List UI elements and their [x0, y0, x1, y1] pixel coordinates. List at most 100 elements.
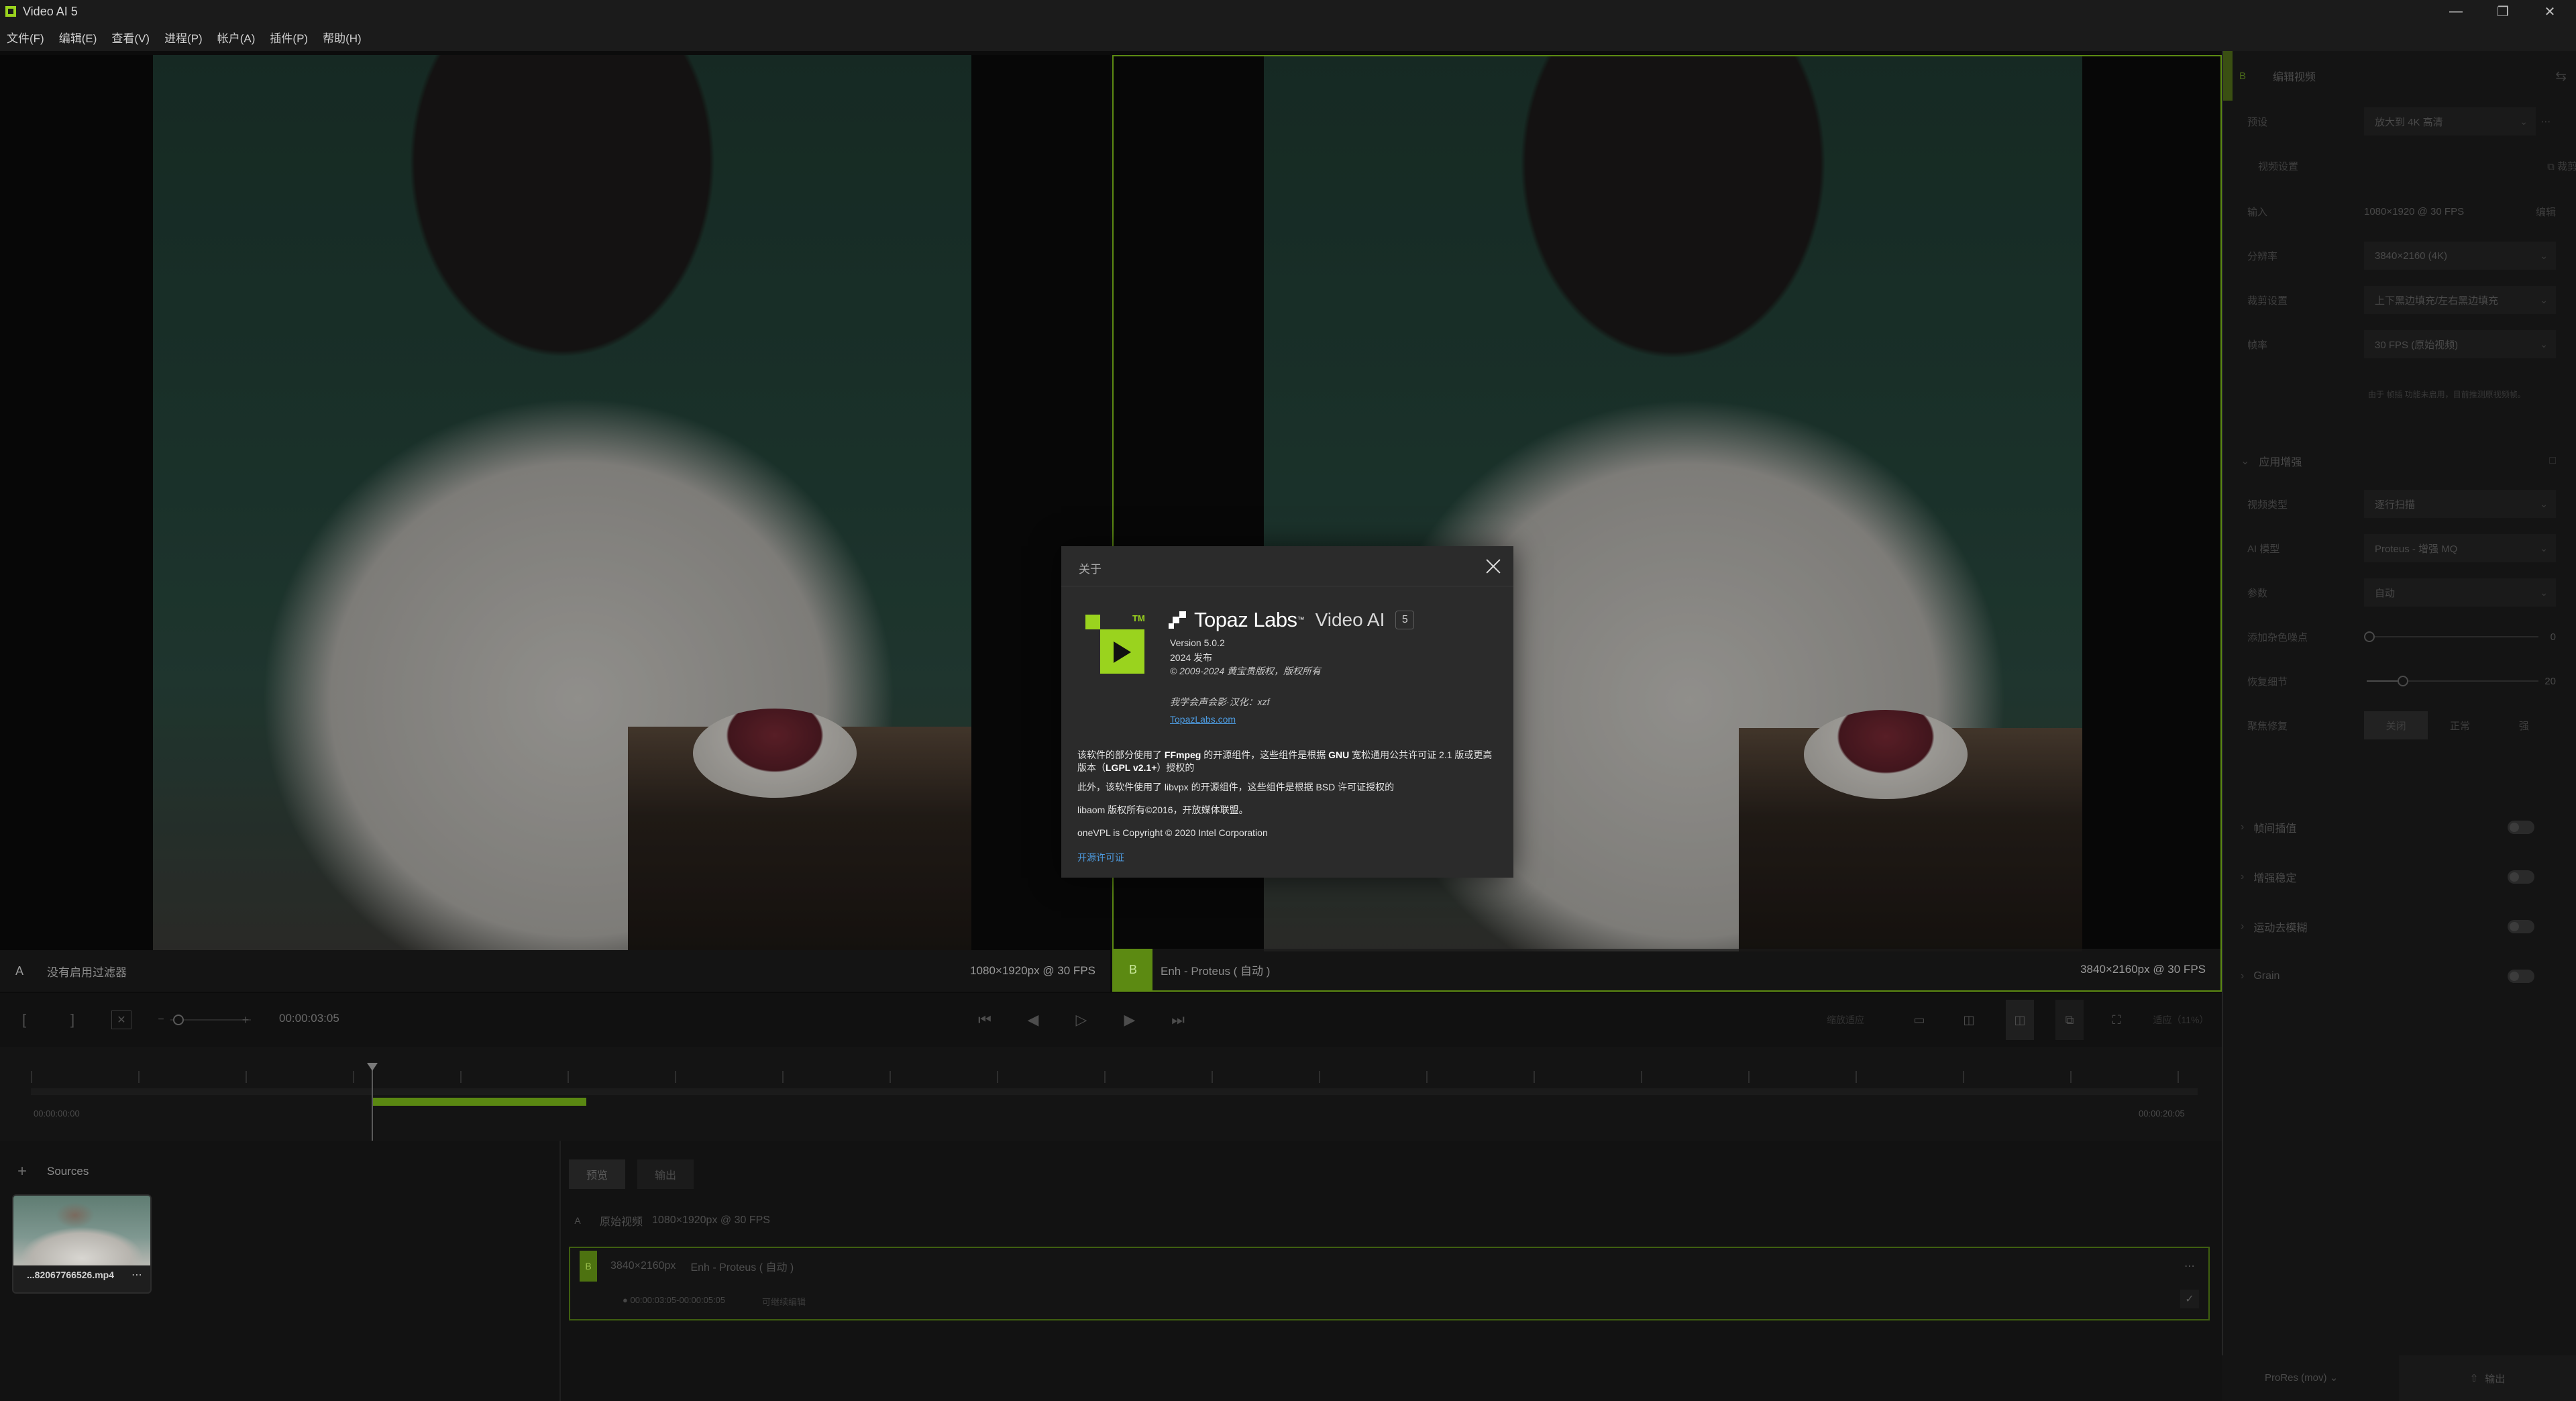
- menu-plugins[interactable]: 插件(P): [270, 29, 308, 46]
- timeline[interactable]: 00:00:00:00 00:00:20:05: [0, 1047, 2222, 1141]
- menu-edit[interactable]: 编辑(E): [59, 29, 97, 46]
- detail-slider-knob[interactable]: [2398, 676, 2408, 686]
- export-row-b[interactable]: B 3840×2160px Enh - Proteus ( 自动 ) ⋯ ● 0…: [569, 1247, 2210, 1320]
- more-icon[interactable]: ⋯: [131, 1268, 142, 1282]
- timeline-zoom-slider[interactable]: [170, 1010, 251, 1029]
- frame-interp-section[interactable]: › 帧间插值: [2241, 816, 2556, 839]
- stabilize-toggle[interactable]: [2508, 870, 2534, 884]
- export-row-b-resolution: 3840×2160px: [610, 1260, 676, 1272]
- noise-slider-knob[interactable]: [2364, 631, 2375, 642]
- stabilize-section[interactable]: › 增强稳定: [2241, 866, 2556, 888]
- add-source-icon[interactable]: +: [17, 1162, 27, 1181]
- ai-model-select[interactable]: Proteus - 增强 MQ ⌄: [2364, 534, 2556, 562]
- chevron-right-icon: ›: [2241, 821, 2245, 833]
- chevron-right-icon: ›: [2241, 921, 2245, 932]
- menu-account[interactable]: 帐户(A): [217, 29, 256, 46]
- grain-toggle[interactable]: [2508, 970, 2534, 983]
- tab-preview[interactable]: 预览: [569, 1159, 626, 1189]
- pane-a-resolution: 1080×1920px @ 30 FPS: [970, 964, 1095, 977]
- video-ai-logo-icon: TM: [1085, 613, 1151, 680]
- pane-a-filter-label: 没有启用过滤器: [47, 966, 127, 979]
- website-link[interactable]: TopazLabs.com: [1170, 714, 1236, 725]
- focus-segmented: 关闭 正常 强: [2364, 711, 2556, 739]
- close-icon[interactable]: [1483, 556, 1504, 577]
- resolution-select[interactable]: 3840×2160 (4K) ⌄: [2364, 242, 2556, 270]
- source-thumbnail[interactable]: ...82067766526.mp4 ⋯: [12, 1194, 152, 1294]
- enhance-section-header[interactable]: ⌄ 应用增强 □: [2241, 450, 2556, 472]
- timeline-playhead[interactable]: [367, 1063, 378, 1141]
- timeline-selected-range[interactable]: [372, 1098, 586, 1106]
- compare-view-icon[interactable]: ⧉: [2055, 1000, 2084, 1040]
- video-settings-row: 视频设置 ⧉ 裁剪: [2258, 152, 2576, 180]
- menu-file[interactable]: 文件(F): [7, 29, 44, 46]
- tab-export[interactable]: 输出: [637, 1159, 694, 1189]
- preset-label: 预设: [2247, 116, 2268, 128]
- side-by-side-icon[interactable]: ◫: [1959, 1010, 1979, 1029]
- motion-deblur-section[interactable]: › 运动去模糊: [2241, 915, 2556, 938]
- skip-to-end-icon[interactable]: ⏭: [1169, 1010, 1187, 1029]
- minimize-icon[interactable]: —: [2432, 0, 2479, 23]
- source-file-name: ...82067766526.mp4: [27, 1269, 114, 1280]
- video-type-select[interactable]: 逐行扫描 ⌄: [2364, 490, 2556, 518]
- input-edit-link[interactable]: 编辑: [2536, 205, 2556, 219]
- export-button[interactable]: ⇧ 输出: [2399, 1355, 2576, 1401]
- chevron-down-icon: ⌄: [2241, 456, 2250, 467]
- lock-icon[interactable]: □: [2549, 455, 2556, 467]
- step-forward-icon[interactable]: ▶: [1120, 1010, 1139, 1029]
- more-icon[interactable]: ⋯: [2536, 115, 2556, 127]
- grain-section[interactable]: › Grain: [2241, 965, 2556, 988]
- crop-button[interactable]: ⧉ 裁剪: [2547, 159, 2576, 173]
- chevron-down-icon: ⌄: [2540, 294, 2548, 305]
- zoom-out-icon[interactable]: −: [156, 1010, 166, 1029]
- open-source-license-link[interactable]: 开源许可证: [1077, 851, 1124, 864]
- check-icon[interactable]: ✓: [2180, 1290, 2199, 1308]
- timeline-zoom-knob[interactable]: [173, 1015, 184, 1025]
- play-icon[interactable]: ▷: [1072, 1010, 1091, 1029]
- split-view-icon[interactable]: ◫: [2006, 1000, 2034, 1040]
- view-zoom-select[interactable]: 缩放适应: [1815, 1010, 1876, 1029]
- swap-icon[interactable]: ⇆: [2555, 68, 2567, 85]
- preview-pane-a[interactable]: A 没有启用过滤器 1080×1920px @ 30 FPS: [0, 55, 1110, 992]
- frame-interp-toggle[interactable]: [2508, 821, 2534, 834]
- export-row-a[interactable]: A 原始视频 1080×1920px @ 30 FPS: [569, 1202, 2210, 1239]
- close-window-icon[interactable]: ✕: [2526, 0, 2573, 23]
- mark-out-button[interactable]: ]: [66, 1010, 79, 1029]
- focus-strong-option[interactable]: 强: [2492, 711, 2556, 739]
- step-back-icon[interactable]: ◀: [1024, 1010, 1042, 1029]
- release-text: 2024 发布: [1170, 652, 1213, 663]
- panel-letter: B: [2239, 70, 2247, 82]
- zoom-in-icon[interactable]: +: [240, 1010, 251, 1029]
- noise-slider[interactable]: [2364, 623, 2538, 651]
- skip-to-start-icon[interactable]: ⏮: [975, 1010, 994, 1029]
- more-icon[interactable]: ⋯: [2184, 1259, 2195, 1273]
- focus-off-option[interactable]: 关闭: [2364, 711, 2428, 739]
- pane-a-footer: A 没有启用过滤器 1080×1920px @ 30 FPS: [0, 950, 1110, 992]
- focus-normal-option[interactable]: 正常: [2428, 711, 2491, 739]
- restore-icon[interactable]: ❐: [2479, 0, 2526, 23]
- video-type-value: 逐行扫描: [2375, 499, 2416, 511]
- chevron-right-icon: ›: [2241, 871, 2245, 882]
- detail-slider[interactable]: [2364, 667, 2538, 695]
- video-type-row: 视频类型 逐行扫描 ⌄: [2247, 490, 2556, 518]
- mark-in-button[interactable]: [: [17, 1010, 31, 1029]
- ai-model-value: Proteus - 增强 MQ: [2375, 543, 2458, 555]
- motion-deblur-toggle[interactable]: [2508, 920, 2534, 933]
- upload-icon: ⇧: [2469, 1373, 2479, 1384]
- pane-b-resolution: 3840×2160px @ 30 FPS: [2080, 963, 2206, 976]
- menu-view[interactable]: 查看(V): [111, 29, 150, 46]
- fps-value: 30 FPS (原始视频): [2375, 339, 2459, 351]
- fullscreen-icon[interactable]: ⛶: [2106, 1010, 2127, 1029]
- preset-select[interactable]: 放大到 4K 高清 ⌄: [2364, 107, 2536, 136]
- menu-help[interactable]: 帮助(H): [323, 29, 362, 46]
- clear-marks-icon[interactable]: ✕: [111, 1010, 131, 1029]
- zoom-select[interactable]: 适应（11%）: [2144, 1010, 2218, 1029]
- single-view-icon[interactable]: ▭: [1909, 1010, 1929, 1029]
- timeline-track[interactable]: [31, 1088, 2198, 1095]
- crop-setting-select[interactable]: 上下黑边填充/左右黑边填充 ⌄: [2364, 286, 2556, 314]
- fps-select[interactable]: 30 FPS (原始视频) ⌄: [2364, 330, 2556, 358]
- params-select[interactable]: 自动 ⌄: [2364, 578, 2556, 607]
- export-format-select[interactable]: ProRes (mov) ⌄: [2265, 1371, 2338, 1384]
- menu-process[interactable]: 进程(P): [164, 29, 203, 46]
- focus-row: 聚焦修复 关闭 正常 强: [2247, 711, 2556, 739]
- export-row-b-range: ● 00:00:03:05-00:00:05:05: [623, 1295, 726, 1305]
